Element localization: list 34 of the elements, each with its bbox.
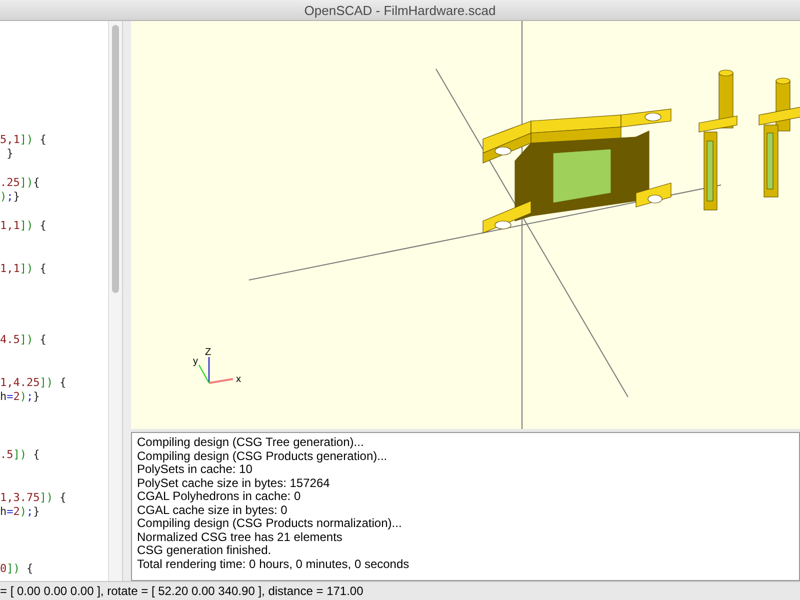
code-line: 5,1]) { xyxy=(0,133,46,148)
z-axis-label: Z xyxy=(205,347,212,358)
code-line: 1,3.75]) { xyxy=(0,490,66,505)
code-line: );} xyxy=(0,190,20,205)
console-line: Compiling design (CSG Tree generation)... xyxy=(137,436,365,450)
console-line: Normalized CSG tree has 21 elements xyxy=(137,530,344,544)
axis-indicator-drawing xyxy=(198,357,234,384)
x-axis-label: x xyxy=(236,374,241,385)
console-line: Compiling design (CSG Products normalization)... xyxy=(137,517,403,530)
3d-viewport[interactable]: Z y x xyxy=(131,21,800,429)
console-line: CGAL Polyhedrons in cache: 0 xyxy=(137,490,302,504)
code-line: 1,4.25]) { xyxy=(0,376,66,390)
code-line: 1,1]) { xyxy=(0,218,46,234)
console-line: PolySets in cache: 10 xyxy=(137,463,252,476)
code-editor[interactable]: 5,1]) { } .25]){ );} 1,1]) { 1,1]) { 4.5]) { 1,4.25]) { h=2);} .5]) { 1,3.75]) { h=2);} 0]) { xyxy=(0,21,108,581)
console-line: Compiling design (CSG Products generation)... xyxy=(137,450,388,463)
code-line: .25]){ xyxy=(0,176,40,190)
code-line: h=2);} xyxy=(0,504,40,520)
code-line: 1,1]) { xyxy=(0,262,46,276)
scrollbar-thumb[interactable] xyxy=(112,25,119,293)
y-axis-label: y xyxy=(193,356,198,367)
code-line: 0]) { xyxy=(0,562,34,576)
console-line: Total rendering time: 0 hours, 0 minutes, 0 seconds xyxy=(137,558,410,571)
status-text: = [ 0.00 0.00 0.00 ], rotate = [ 52.20 0.00 340.90 ], distance = 171.00 xyxy=(0,584,364,598)
console-line: PolySet cache size in bytes: 157264 xyxy=(137,476,331,490)
console-line: CSG generation finished. xyxy=(137,544,272,558)
code-line: } xyxy=(6,147,14,162)
code-line: 4.5]) { xyxy=(0,333,46,348)
console-line: CGAL cache size in bytes: 0 xyxy=(137,504,288,517)
window-title: OpenSCAD - FilmHardware.scad xyxy=(304,2,496,18)
code-line: h=2);} xyxy=(0,390,40,405)
splitter[interactable] xyxy=(122,21,131,581)
scrollbar[interactable] xyxy=(108,21,122,581)
code-line: .5]) { xyxy=(0,448,40,462)
